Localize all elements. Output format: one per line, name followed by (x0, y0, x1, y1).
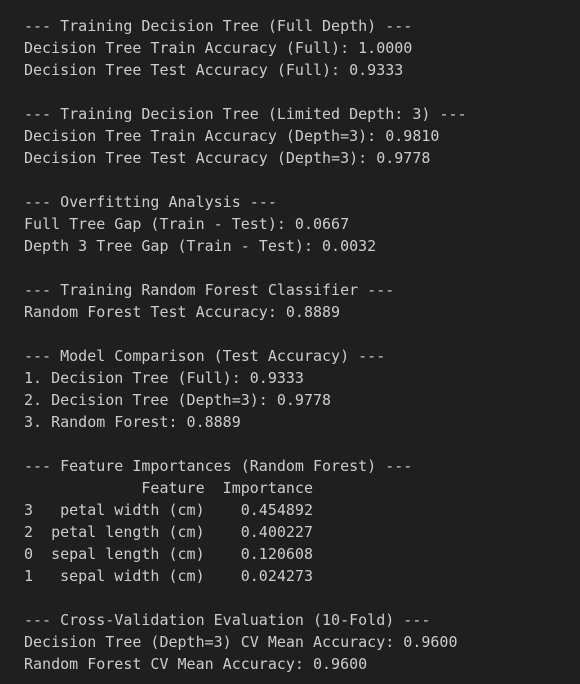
output-line: Decision Tree Train Accuracy (Depth=3): … (24, 127, 440, 145)
output-line: Decision Tree (Depth=3) CV Mean Accuracy… (24, 633, 458, 651)
output-line: Feature Importance (24, 479, 313, 497)
output-line: Random Forest Test Accuracy: 0.8889 (24, 303, 341, 321)
terminal-output: --- Training Decision Tree (Full Depth) … (24, 15, 574, 675)
output-line: --- Overfitting Analysis --- (24, 193, 277, 211)
output-line: --- Cross-Validation Evaluation (10-Fold… (24, 611, 431, 629)
output-line: 3. Random Forest: 0.8889 (24, 413, 241, 431)
output-line: 1. Decision Tree (Full): 0.9333 (24, 369, 304, 387)
output-line: 2 petal length (cm) 0.400227 (24, 523, 313, 541)
output-line: Decision Tree Test Accuracy (Full): 0.93… (24, 61, 404, 79)
output-line: Full Tree Gap (Train - Test): 0.0667 (24, 215, 350, 233)
output-line: Decision Tree Train Accuracy (Full): 1.0… (24, 39, 413, 57)
output-line: --- Training Decision Tree (Full Depth) … (24, 17, 413, 35)
output-line: 2. Decision Tree (Depth=3): 0.9778 (24, 391, 332, 409)
output-line: --- Training Random Forest Classifier --… (24, 281, 395, 299)
output-line: Depth 3 Tree Gap (Train - Test): 0.0032 (24, 237, 377, 255)
output-line: 0 sepal length (cm) 0.120608 (24, 545, 313, 563)
output-line: --- Model Comparison (Test Accuracy) --- (24, 347, 386, 365)
output-line: Random Forest CV Mean Accuracy: 0.9600 (24, 655, 368, 673)
output-line: Decision Tree Test Accuracy (Depth=3): 0… (24, 149, 431, 167)
output-line: --- Training Decision Tree (Limited Dept… (24, 105, 467, 123)
output-line: --- Feature Importances (Random Forest) … (24, 457, 413, 475)
output-line: 1 sepal width (cm) 0.024273 (24, 567, 313, 585)
output-line: 3 petal width (cm) 0.454892 (24, 501, 313, 519)
